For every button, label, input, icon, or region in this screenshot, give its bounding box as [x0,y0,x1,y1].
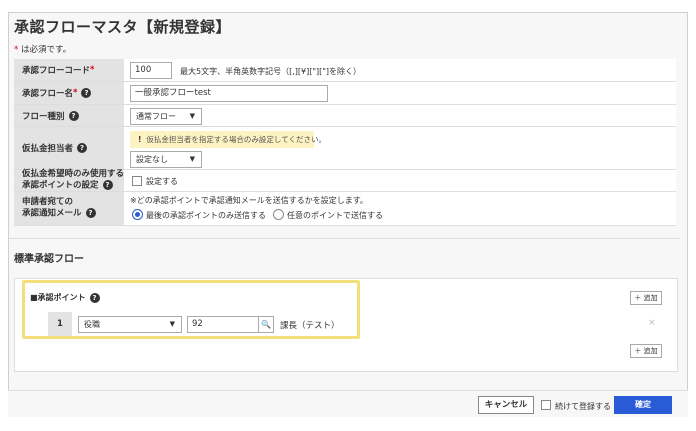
label-flow-type: フロー種別? [14,105,124,126]
step-name: 課長（テスト） [280,321,340,331]
step-code-input[interactable]: 92 [187,316,259,333]
notify-any-point-label: 任意のポイントで送信する [287,211,383,220]
label-flow-name: 承認フロー名 *? [14,82,124,104]
label-advance-point: 仮払金希望時のみ使用する 承認ポイントの設定? [14,169,125,191]
row-flow-code: 承認フローコード * 100 最大5文字、半角英数字記号（[,][¥]["]["]… [14,59,676,82]
payee-value: 設定なし [136,155,168,164]
label-text: 承認フロー名 [22,89,74,99]
flow-code-hint: 最大5文字、半角英数字記号（[,][¥]["]["]を除く） [180,67,362,76]
label-text: 仮払金担当者 [22,144,74,154]
caret-down-icon: ▼ [189,155,195,163]
flow-type-select[interactable]: 通常フロー ▼ [130,108,202,125]
caret-down-icon: ▼ [189,112,195,120]
value-notify: ※どの承認ポイントで承認通知メールを送信するかを設定します。 最後の承認ポイント… [124,192,676,225]
notify-last-point-label: 最後の承認ポイントのみ送信する [146,211,266,220]
label-line2: 承認ポイントの設定 [22,180,99,191]
continue-register-checkbox[interactable] [541,400,551,410]
step-type-select[interactable]: 役職 ▼ [78,316,182,333]
approval-point-label: ■承認ポイント? [30,292,100,303]
flow-name-input[interactable]: 一般承認フローtest [130,85,328,102]
help-icon[interactable]: ? [68,110,79,121]
notify-any-point-radio[interactable] [273,209,284,220]
page-title: 承認フローマスタ【新規登録】 [14,18,232,36]
row-flow-name: 承認フロー名 *? 一般承認フローtest [14,82,676,105]
step-number: 1 [48,312,72,336]
standard-flow-title: 標準承認フロー [14,254,84,265]
row-payee: 仮払金担当者? ! 仮払金担当者を指定する場合のみ設定してください。 設定なし ▼ [14,127,676,170]
label-flow-code: 承認フローコード * [14,59,124,81]
search-icon[interactable]: 🔍 [258,316,274,333]
help-icon[interactable]: ? [89,292,100,303]
notify-hint: ※どの承認ポイントで承認通知メールを送信するかを設定します。 [130,196,368,205]
flow-code-input[interactable]: 100 [130,62,172,79]
label-line1: 仮払金希望時のみ使用する [22,169,125,180]
step-type-value: 役職 [84,320,100,329]
add-point-button-bottom[interactable]: ＋ 追加 [630,344,662,358]
required-note: * は必須です。 [14,43,71,55]
flow-type-value: 通常フロー [136,112,176,121]
label-text: 承認フローコード [22,66,91,76]
required-star: * [73,88,78,98]
continue-register-label: 続けて登録する [555,402,611,411]
value-flow-type: 通常フロー ▼ [124,105,676,126]
label-payee: 仮払金担当者? [14,127,124,169]
notify-last-point-radio[interactable] [132,209,143,220]
delete-step-icon[interactable]: × [648,318,656,328]
confirm-button[interactable]: 確定 [614,396,672,414]
caret-down-icon: ▼ [169,320,175,328]
advance-point-checkbox-label: 設定する [146,177,178,186]
add-point-button-top[interactable]: ＋ 追加 [630,291,662,305]
required-note-text: は必須です。 [18,45,72,55]
approval-point-label-text: ■承認ポイント [30,293,86,302]
advance-point-checkbox[interactable] [132,176,142,186]
payee-select[interactable]: 設定なし ▼ [130,151,202,168]
value-advance-point: 設定する [124,170,676,191]
required-star: * [90,65,95,75]
value-flow-name: 一般承認フローtest [124,82,676,104]
row-flow-type: フロー種別? 通常フロー ▼ [14,105,676,127]
help-icon[interactable]: ? [85,208,96,219]
cancel-button[interactable]: キャンセル [478,396,534,414]
help-icon[interactable]: ? [102,180,113,191]
help-icon[interactable]: ? [81,88,92,98]
row-advance-point: 仮払金希望時のみ使用する 承認ポイントの設定? 設定する [14,169,676,192]
exclamation-icon: ! [138,135,142,144]
section-divider [8,238,680,239]
payee-warning-text: 仮払金担当者を指定する場合のみ設定してください。 [146,135,326,144]
help-icon[interactable]: ? [77,143,88,153]
label-line2: 承認通知メール [22,208,82,219]
label-notify: 申請者宛ての 承認通知メール? [14,192,124,225]
label-line1: 申請者宛ての [22,197,74,208]
value-flow-code: 100 最大5文字、半角英数字記号（[,][¥]["]["]を除く） [124,59,676,81]
value-payee: ! 仮払金担当者を指定する場合のみ設定してください。 設定なし ▼ [124,127,676,169]
row-notify: 申請者宛ての 承認通知メール? ※どの承認ポイントで承認通知メールを送信するかを設… [14,192,676,226]
payee-warning: ! 仮払金担当者を指定する場合のみ設定してください。 [130,131,326,148]
label-text: フロー種別 [22,111,65,122]
